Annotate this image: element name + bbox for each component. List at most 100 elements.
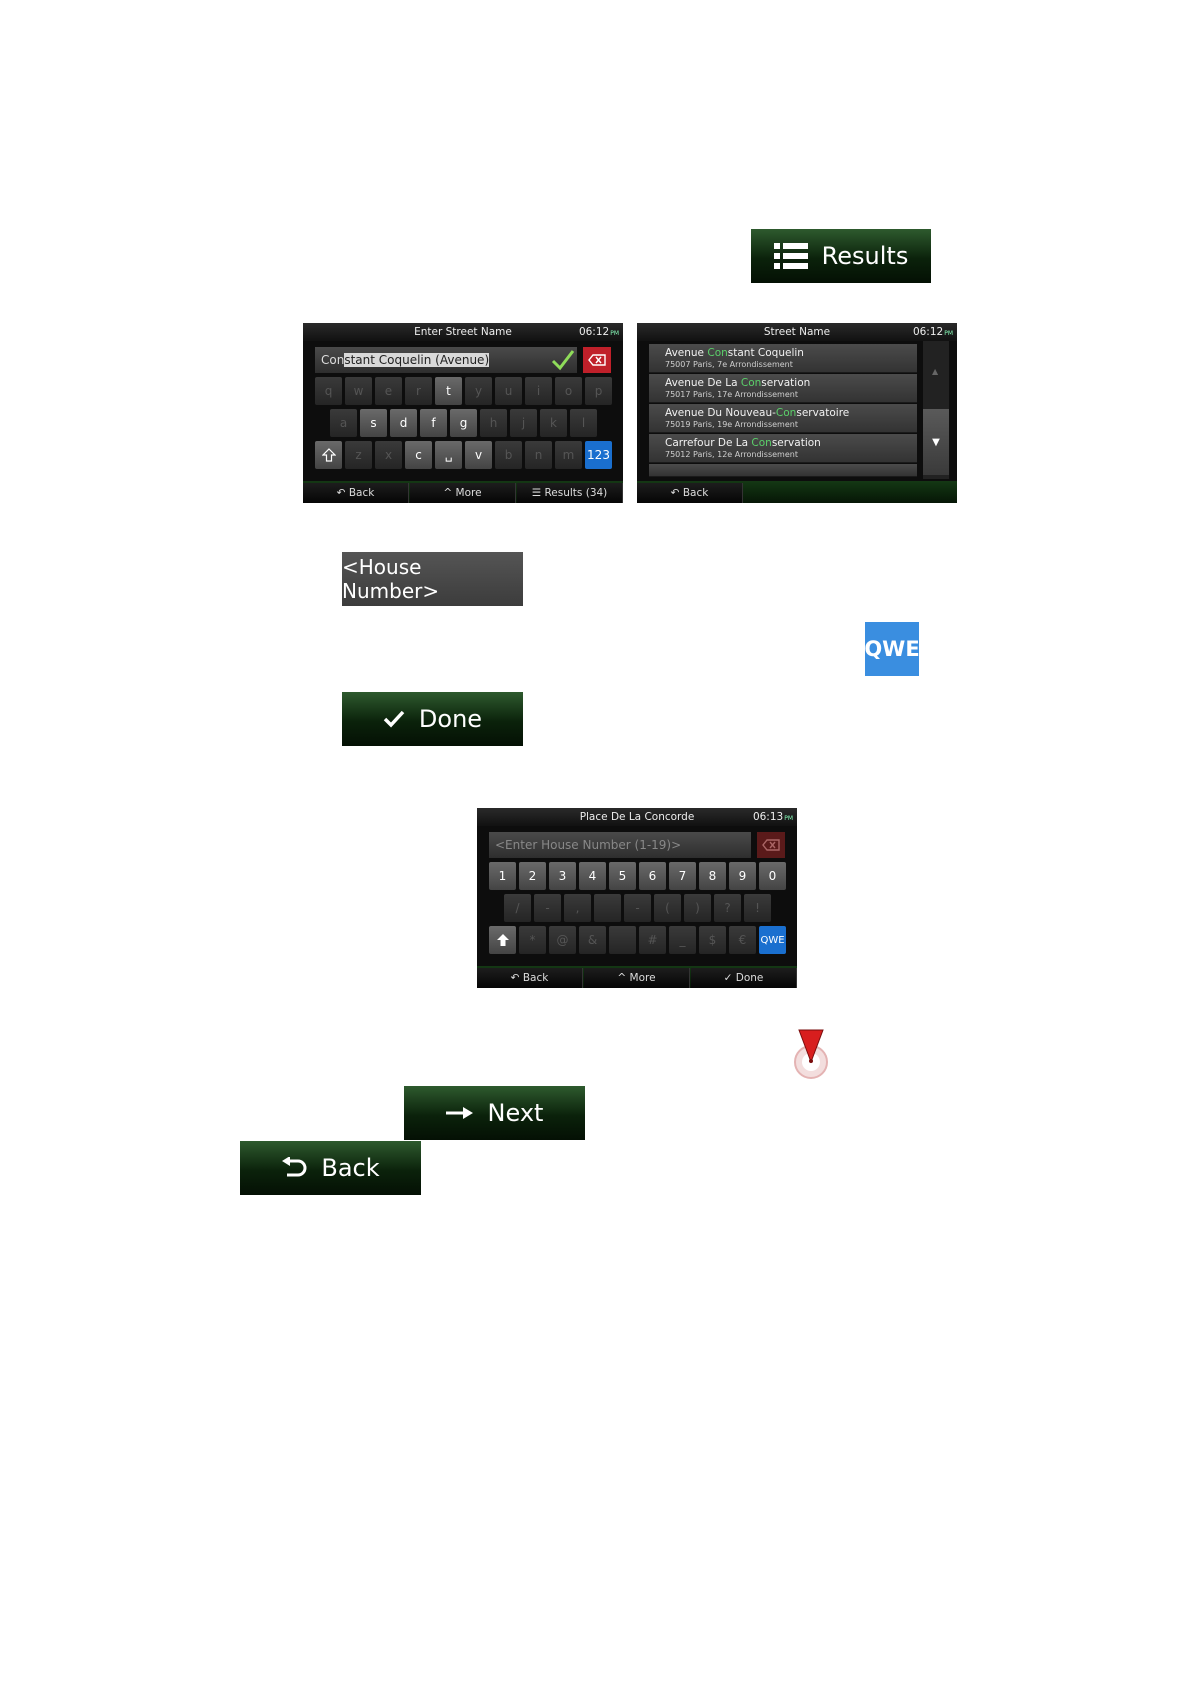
- key-6[interactable]: 6: [639, 862, 666, 890]
- house-number-input[interactable]: <Enter House Number (1-19)>: [489, 832, 751, 858]
- key-o[interactable]: o: [555, 377, 582, 405]
- list-icon: [773, 243, 808, 269]
- qwe-keyboard-button[interactable]: QWE: [864, 622, 920, 676]
- scrollbar[interactable]: ▲ ▼: [923, 341, 949, 479]
- key-comma[interactable]: ,: [564, 894, 591, 922]
- key-amp[interactable]: &: [579, 926, 606, 954]
- checkmark-icon: [383, 710, 405, 728]
- key-rparen[interactable]: ): [684, 894, 711, 922]
- clock: 06:12PM: [578, 326, 619, 338]
- shift-icon: [496, 934, 509, 946]
- key-slash[interactable]: /: [504, 894, 531, 922]
- key-e[interactable]: e: [375, 377, 402, 405]
- list-item[interactable]: Avenue Constant Coquelin 75007 Paris, 7e…: [649, 344, 917, 373]
- done-button[interactable]: Done: [342, 692, 523, 746]
- key-k[interactable]: k: [540, 409, 567, 437]
- done-soft-button[interactable]: ✓ Done: [691, 968, 797, 988]
- key-l[interactable]: l: [570, 409, 597, 437]
- key-z[interactable]: z: [345, 441, 372, 469]
- clock: 06:13PM: [752, 811, 793, 823]
- key-w[interactable]: w: [345, 377, 372, 405]
- results-button[interactable]: Results: [751, 229, 931, 283]
- list-item[interactable]: Avenue Du Nouveau-Conservatoire 75019 Pa…: [649, 404, 917, 433]
- numeric-keyboard-key[interactable]: 123: [585, 441, 612, 469]
- key-blank[interactable]: [594, 894, 621, 922]
- list-item[interactable]: Avenue De La Conservation 75017 Paris, 1…: [649, 374, 917, 403]
- backspace-button[interactable]: [757, 832, 785, 858]
- screen-header: Place De La Concorde 06:13PM: [477, 808, 797, 826]
- key-p[interactable]: p: [585, 377, 612, 405]
- key-d[interactable]: d: [390, 409, 417, 437]
- shift-key[interactable]: [315, 441, 342, 469]
- key-c[interactable]: c: [405, 441, 432, 469]
- key-u[interactable]: u: [495, 377, 522, 405]
- key-n[interactable]: n: [525, 441, 552, 469]
- house-number-screen: Place De La Concorde 06:13PM <Enter Hous…: [477, 808, 797, 988]
- key-9[interactable]: 9: [729, 862, 756, 890]
- typed-text: Con: [321, 353, 345, 367]
- shift-key[interactable]: [489, 926, 516, 954]
- backspace-button[interactable]: [583, 347, 611, 373]
- house-number-button[interactable]: <House Number>: [342, 552, 523, 606]
- street-input[interactable]: Con stant Coquelin (Avenue): [315, 347, 577, 373]
- key-i[interactable]: i: [525, 377, 552, 405]
- key-dollar[interactable]: $: [699, 926, 726, 954]
- back-arrow-icon: [281, 1157, 307, 1179]
- key-4[interactable]: 4: [579, 862, 606, 890]
- key-b[interactable]: b: [495, 441, 522, 469]
- key-asterisk[interactable]: *: [519, 926, 546, 954]
- key-y[interactable]: y: [465, 377, 492, 405]
- more-soft-button[interactable]: ^ More: [410, 483, 516, 503]
- scroll-down-button[interactable]: ▼: [923, 409, 949, 475]
- key-q[interactable]: q: [315, 377, 342, 405]
- key-7[interactable]: 7: [669, 862, 696, 890]
- back-soft-button[interactable]: ↶ Back: [637, 483, 743, 503]
- key-exclaim[interactable]: !: [744, 894, 771, 922]
- key-r[interactable]: r: [405, 377, 432, 405]
- key-3[interactable]: 3: [549, 862, 576, 890]
- key-x[interactable]: x: [375, 441, 402, 469]
- key-m[interactable]: m: [555, 441, 582, 469]
- key-minus[interactable]: -: [624, 894, 651, 922]
- key-space[interactable]: [609, 926, 636, 954]
- key-0[interactable]: 0: [759, 862, 786, 890]
- clock: 06:12PM: [912, 326, 953, 338]
- back-button[interactable]: Back: [240, 1141, 421, 1195]
- screen-title: Street Name: [763, 326, 831, 338]
- key-v[interactable]: v: [465, 441, 492, 469]
- next-button[interactable]: Next: [404, 1086, 585, 1140]
- qwe-key[interactable]: QWE: [759, 926, 786, 954]
- back-soft-button[interactable]: ↶ Back: [477, 968, 583, 988]
- key-f[interactable]: f: [420, 409, 447, 437]
- key-space[interactable]: ␣: [435, 441, 462, 469]
- scroll-up-icon[interactable]: ▲: [932, 367, 938, 376]
- key-euro[interactable]: €: [729, 926, 756, 954]
- key-8[interactable]: 8: [699, 862, 726, 890]
- key-question[interactable]: ?: [714, 894, 741, 922]
- backspace-icon: [762, 839, 780, 851]
- backspace-icon: [588, 354, 606, 366]
- key-j[interactable]: j: [510, 409, 537, 437]
- list-item[interactable]: Carrefour De La Conservation 75012 Paris…: [649, 434, 917, 463]
- key-s[interactable]: s: [360, 409, 387, 437]
- back-soft-button[interactable]: ↶ Back: [303, 483, 409, 503]
- key-t[interactable]: t: [435, 377, 462, 405]
- more-soft-button[interactable]: ^ More: [584, 968, 690, 988]
- key-at[interactable]: @: [549, 926, 576, 954]
- results-label: Results: [821, 242, 909, 270]
- key-5[interactable]: 5: [609, 862, 636, 890]
- street-results-screen: Street Name 06:12PM Avenue Constant Coqu…: [637, 323, 957, 503]
- house-number-placeholder: <Enter House Number (1-19)>: [495, 838, 682, 852]
- key-2[interactable]: 2: [519, 862, 546, 890]
- key-g[interactable]: g: [450, 409, 477, 437]
- key-1[interactable]: 1: [489, 862, 516, 890]
- key-hash[interactable]: #: [639, 926, 666, 954]
- key-dash[interactable]: -: [534, 894, 561, 922]
- key-a[interactable]: a: [330, 409, 357, 437]
- results-soft-button[interactable]: ☰ Results (34): [517, 483, 623, 503]
- key-underscore[interactable]: _: [669, 926, 696, 954]
- key-lparen[interactable]: (: [654, 894, 681, 922]
- accept-check-icon[interactable]: [551, 349, 575, 374]
- key-h[interactable]: h: [480, 409, 507, 437]
- shift-icon: [321, 448, 336, 462]
